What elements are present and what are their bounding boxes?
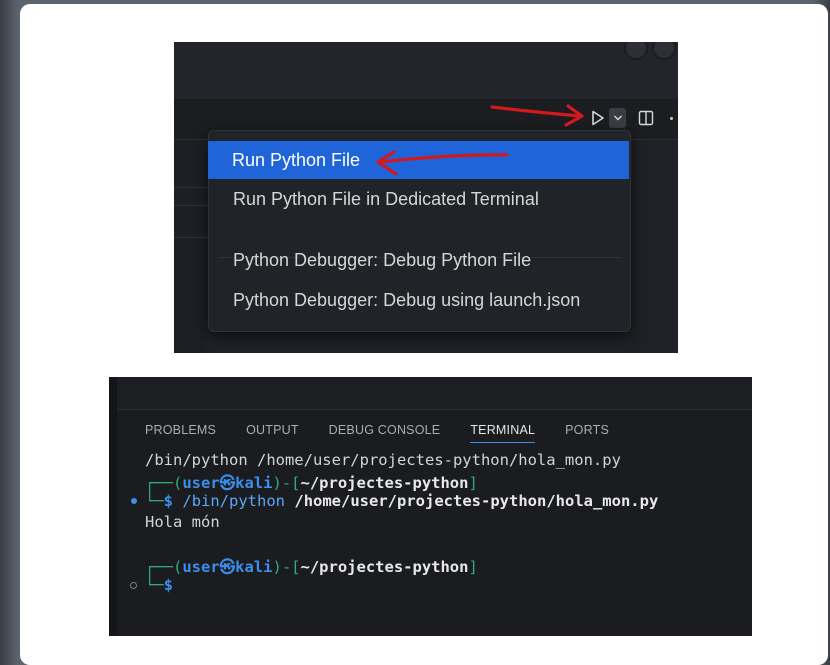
terminal-command-line-2: └─$ (145, 576, 173, 594)
run-menu-screenshot: Run Python File Run Python File in Dedic… (174, 42, 678, 353)
editor-top-area (109, 377, 752, 410)
window-control-icon[interactable] (624, 42, 648, 60)
prompt-bracket: ┌──( (145, 474, 183, 492)
command-executable: /bin/python (182, 492, 286, 510)
prompt-at-symbol: ㉿ (219, 558, 236, 576)
tab-problems[interactable]: PROBLEMS (145, 421, 231, 443)
menu-item-debug-launch-json[interactable]: Python Debugger: Debug using launch.json (209, 281, 630, 319)
prompt-bracket: ┌──( (145, 558, 183, 576)
prompt-path: ~/projectes-python (300, 558, 469, 576)
split-editor-button[interactable] (637, 108, 655, 128)
terminal-command-echo: /bin/python /home/user/projectes-python/… (145, 451, 621, 469)
prompt-separator: )-[ (272, 558, 301, 576)
prompt-host: kali (235, 474, 273, 492)
menu-item-debug-python-file[interactable]: Python Debugger: Debug Python File (209, 241, 630, 279)
play-icon (592, 110, 604, 126)
run-python-button[interactable] (589, 107, 607, 129)
menu-item-run-python-file[interactable]: Run Python File (208, 141, 629, 179)
panel-tab-bar: PROBLEMS OUTPUT DEBUG CONSOLE TERMINAL P… (145, 421, 639, 443)
terminal-command-line: └─$ /bin/python /home/user/projectes-pyt… (145, 492, 658, 510)
terminal-prompt-line-2: ┌──(user㉿kali)-[~/projectes-python] (145, 555, 478, 577)
window-control-icon[interactable] (652, 42, 676, 60)
split-editor-icon (638, 110, 654, 126)
command-argument: /home/user/projectes-python/hola_mon.py (294, 492, 659, 510)
command-pending-marker[interactable] (130, 582, 137, 589)
terminal-screenshot: PROBLEMS OUTPUT DEBUG CONSOLE TERMINAL P… (109, 377, 752, 636)
terminal-prompt-line: ┌──(user㉿kali)-[~/projectes-python] (145, 471, 478, 493)
prompt-symbol: $ (163, 492, 174, 510)
prompt-host: kali (235, 558, 273, 576)
tab-debug-console[interactable]: DEBUG CONSOLE (329, 421, 456, 443)
editor-area (174, 140, 206, 353)
prompt-at-symbol: ㉿ (219, 474, 236, 492)
prompt-user: user (182, 474, 220, 492)
tab-ports[interactable]: PORTS (565, 421, 624, 443)
prompt-separator: )-[ (272, 474, 301, 492)
chevron-down-icon (613, 115, 622, 121)
activity-rail (109, 377, 117, 636)
terminal-output: Hola món (145, 513, 220, 531)
prompt-path: ~/projectes-python (300, 474, 469, 492)
tab-output[interactable]: OUTPUT (246, 421, 314, 443)
prompt-corner: └─ (145, 492, 164, 510)
run-dropdown-button[interactable] (609, 108, 626, 128)
menu-item-run-dedicated-terminal[interactable]: Run Python File in Dedicated Terminal (209, 180, 630, 218)
tab-terminal[interactable]: TERMINAL (470, 421, 550, 443)
run-dropdown-menu: Run Python File Run Python File in Dedic… (208, 130, 631, 332)
title-bar (174, 42, 678, 99)
prompt-corner: └─ (145, 576, 164, 594)
prompt-symbol: $ (163, 576, 174, 594)
more-icon[interactable] (670, 117, 673, 120)
prompt-close: ] (468, 558, 478, 576)
command-success-marker[interactable] (131, 498, 137, 504)
prompt-close: ] (468, 474, 478, 492)
prompt-user: user (182, 558, 220, 576)
